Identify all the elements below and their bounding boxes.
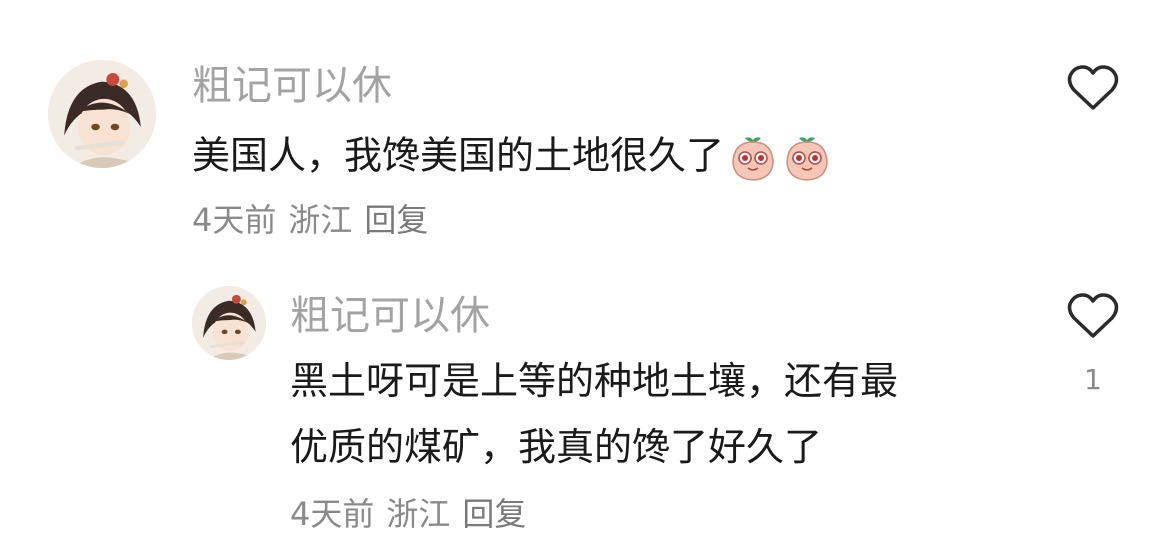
- heart-outline-icon: [1067, 65, 1119, 110]
- comment-text-line-2: 优质的煤矿，我真的馋了好久了: [290, 425, 823, 469]
- reply-button[interactable]: 回复: [462, 495, 526, 533]
- peach-eyes-emoji-icon: [782, 134, 832, 182]
- comment-meta: 4天前 浙江 回复: [192, 204, 440, 236]
- avatar[interactable]: [192, 286, 266, 360]
- comment-meta: 4天前 浙江 回复: [290, 498, 538, 530]
- peach-eyes-emoji-icon: [728, 134, 778, 182]
- timestamp: 4天前: [192, 201, 277, 239]
- like-button[interactable]: [1066, 64, 1120, 112]
- heart-outline-icon: [1067, 293, 1119, 338]
- timestamp: 4天前: [290, 495, 375, 533]
- location: 浙江: [386, 495, 451, 533]
- avatar[interactable]: [48, 60, 156, 168]
- username[interactable]: 粗记可以休: [290, 296, 490, 336]
- username[interactable]: 粗记可以休: [192, 66, 392, 106]
- comment-text-content: 美国人，我馋美国的土地很久了: [192, 133, 725, 178]
- like-count: 1: [1084, 363, 1102, 396]
- like-button[interactable]: [1066, 292, 1120, 340]
- comment-text-line-1: 黑土呀可是上等的种地土壤，还有最: [290, 359, 899, 403]
- reply-button[interactable]: 回复: [364, 201, 428, 239]
- comment-text: 美国人，我馋美国的土地很久了: [192, 134, 832, 182]
- location: 浙江: [288, 201, 353, 239]
